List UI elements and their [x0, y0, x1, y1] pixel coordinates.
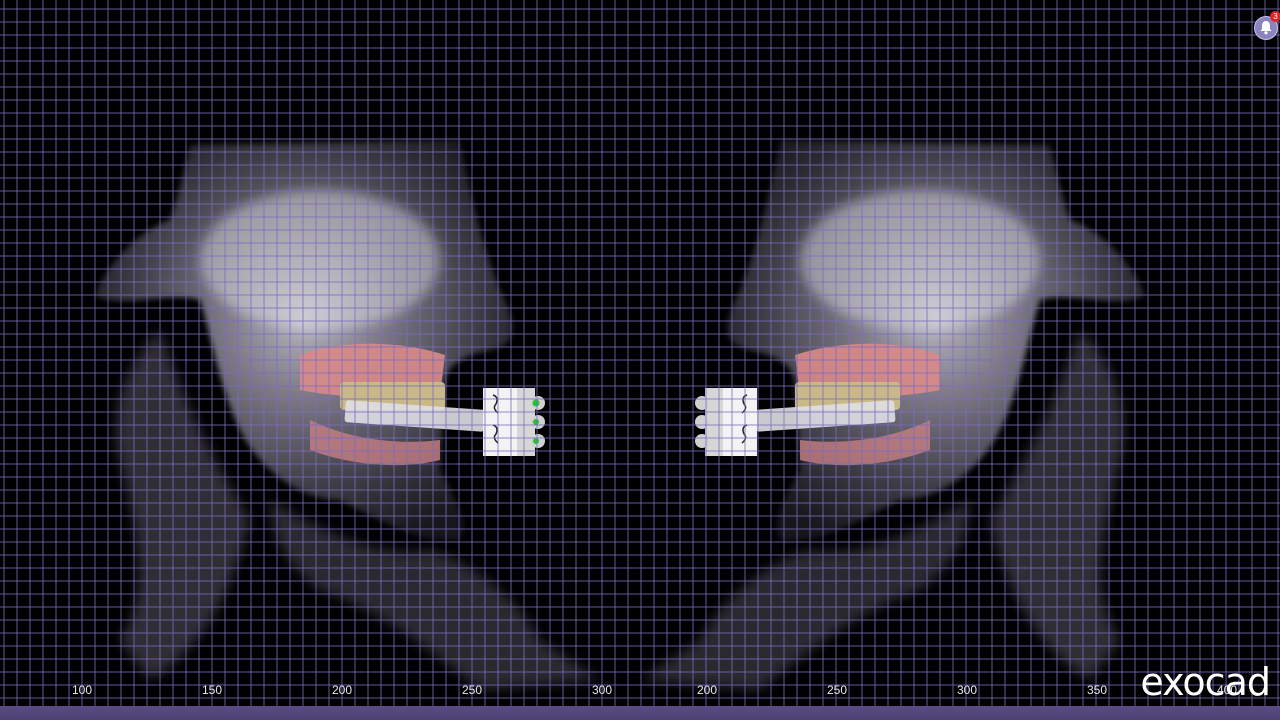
- ruler-label: 200: [696, 683, 718, 697]
- ruler-label: 350: [1086, 683, 1108, 697]
- ruler-label: 200: [331, 683, 353, 697]
- notification-badge: 3: [1270, 11, 1280, 22]
- ruler-label: 250: [461, 683, 483, 697]
- exocad-logo: exocad: [1140, 660, 1271, 704]
- ruler-label: 150: [201, 683, 223, 697]
- ruler-label: 250: [826, 683, 848, 697]
- bottom-status-bar: [0, 706, 1280, 720]
- ruler-label: 300: [591, 683, 613, 697]
- measurement-grid: [0, 0, 1280, 706]
- ruler-label: 300: [956, 683, 978, 697]
- ruler-label: 100: [71, 683, 93, 697]
- 3d-viewport[interactable]: 100 150 200 250 300 200 250 300 350 400 …: [0, 0, 1280, 706]
- bell-icon: [1260, 21, 1272, 35]
